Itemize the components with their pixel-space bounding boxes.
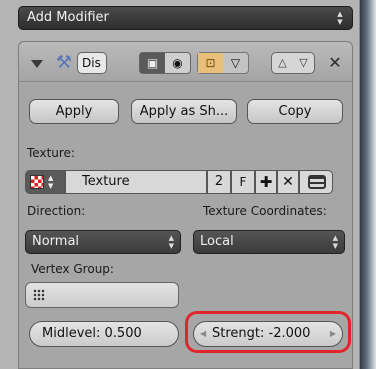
texture-name: Texture xyxy=(82,174,130,189)
move-buttons: △ ▽ xyxy=(271,52,315,74)
texture-coordinates-value: Local xyxy=(200,234,234,249)
close-icon[interactable]: ✕ xyxy=(325,52,345,74)
add-modifier-label: Add Modifier xyxy=(27,10,109,25)
direction-value: Normal xyxy=(32,234,80,249)
decrement-arrow-icon[interactable]: ◀ xyxy=(200,322,206,346)
apply-button-label: Apply xyxy=(55,104,93,119)
add-modifier-dropdown[interactable]: Add Modifier ▲ ▼ xyxy=(18,6,353,30)
updown-arrows-icon: ▲ ▼ xyxy=(337,10,343,26)
texture-selector: ▲ ▼ Texture 2 F ✚ ✕ xyxy=(25,170,345,194)
viewport-edge xyxy=(360,0,376,369)
editmode-toggles: ⊡ ▽ xyxy=(197,52,249,74)
vertex-group-icon xyxy=(33,289,45,301)
modifier-name: Dis xyxy=(82,56,101,70)
direction-dropdown[interactable]: Normal ▲ ▼ xyxy=(25,230,181,254)
increment-arrow-icon[interactable]: ▶ xyxy=(330,322,336,346)
wrench-icon: ⚒ xyxy=(55,52,73,73)
strength-value: -2.000 xyxy=(268,326,311,341)
camera-icon[interactable]: ▣ xyxy=(140,53,165,73)
midlevel-field[interactable]: Midlevel: 0.500 xyxy=(29,321,179,347)
texture-users-count[interactable]: 2 xyxy=(207,170,231,194)
visibility-toggles: ▣ ◉ xyxy=(139,52,191,74)
texture-name-field[interactable]: Texture xyxy=(65,170,207,194)
editmode-icon[interactable]: ⊡ xyxy=(198,53,223,73)
apply-as-shape-button[interactable]: Apply as Sh... xyxy=(131,99,237,124)
strength-label: Strengt: xyxy=(212,326,265,341)
updown-arrows-icon: ▲ ▼ xyxy=(168,234,174,250)
apply-button[interactable]: Apply xyxy=(29,99,119,124)
midlevel-value: 0.500 xyxy=(104,326,142,341)
apply-as-shape-label: Apply as Sh... xyxy=(139,104,229,119)
eye-icon[interactable]: ◉ xyxy=(165,53,190,73)
texture-label: Texture: xyxy=(27,146,75,160)
modifier-name-field[interactable]: Dis xyxy=(77,52,107,74)
checker-texture-icon xyxy=(30,175,44,189)
properties-panel: Add Modifier ▲ ▼ ⚒ Dis ▣ ◉ ⊡ ▽ △ ▽ ✕ App… xyxy=(0,0,360,369)
fake-user-button[interactable]: F xyxy=(231,170,255,194)
texture-coordinates-label: Texture Coordinates: xyxy=(203,204,327,218)
fake-user-label: F xyxy=(239,175,247,189)
modifier-header: ⚒ Dis ▣ ◉ ⊡ ▽ △ ▽ ✕ xyxy=(19,42,352,82)
cage-icon[interactable]: ▽ xyxy=(223,53,248,73)
collapse-triangle-icon[interactable] xyxy=(31,60,43,68)
direction-label: Direction: xyxy=(27,204,86,218)
move-down-icon[interactable]: ▽ xyxy=(293,53,314,73)
strength-field[interactable]: ◀ Strengt: -2.000 ▶ xyxy=(193,321,343,347)
vertex-group-field[interactable] xyxy=(25,282,179,308)
texture-users-value: 2 xyxy=(214,174,224,189)
new-texture-icon[interactable]: ✚ xyxy=(255,170,277,194)
copy-button-label: Copy xyxy=(278,104,312,119)
move-up-icon[interactable]: △ xyxy=(272,53,293,73)
copy-button[interactable]: Copy xyxy=(247,99,343,124)
vertex-group-label: Vertex Group: xyxy=(31,262,114,276)
updown-arrows-icon: ▲ ▼ xyxy=(48,174,54,190)
midlevel-label: Midlevel: xyxy=(42,326,101,341)
unlink-icon[interactable]: ✕ xyxy=(277,170,299,194)
texture-coordinates-dropdown[interactable]: Local ▲ ▼ xyxy=(193,230,345,254)
updown-arrows-icon: ▲ ▼ xyxy=(332,234,338,250)
browse-icon[interactable] xyxy=(299,170,333,194)
texture-browse-button[interactable]: ▲ ▼ xyxy=(25,170,65,194)
displace-modifier-panel: ⚒ Dis ▣ ◉ ⊡ ▽ △ ▽ ✕ Apply Apply as Sh... xyxy=(18,41,353,369)
